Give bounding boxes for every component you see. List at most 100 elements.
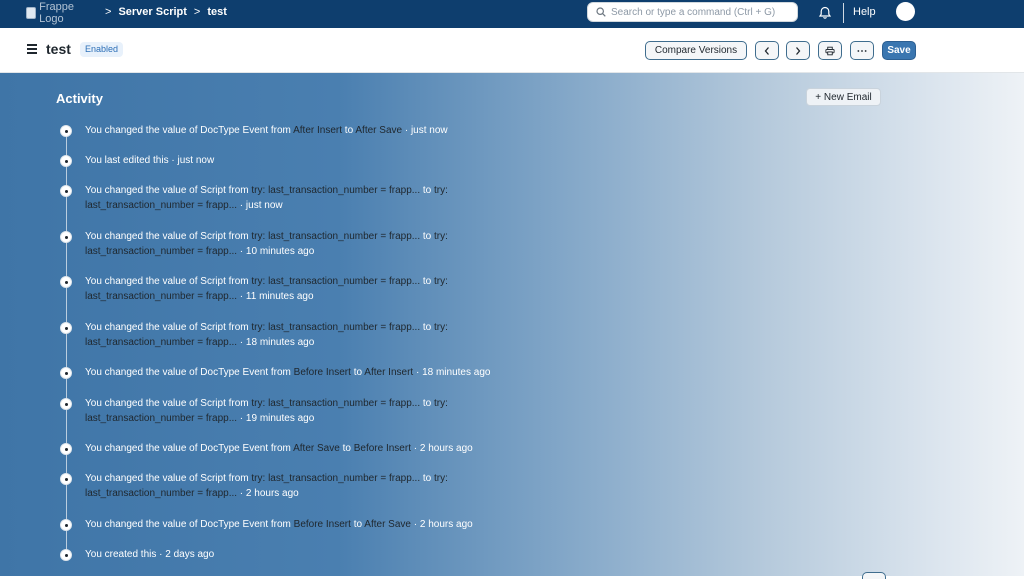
activity-text: You changed the value of Script from [85,231,252,242]
timeline-dot-icon [60,276,72,288]
timestamp: · 10 minutes ago [237,246,315,257]
timestamp: · just now [237,200,283,211]
activity-text: You changed the value of DocType Event f… [85,443,294,454]
timeline-item-text: You changed the value of DocType Event f… [85,123,505,138]
activity-text: to [350,519,365,530]
changed-value: After Save [364,519,411,530]
changed-value: last_transaction_number = frapp... [85,413,238,424]
timestamp: · 18 minutes ago [237,337,315,348]
breadcrumb-test[interactable]: test [207,6,227,18]
timeline-dot-icon [60,367,72,379]
activity-text: to [420,322,435,333]
timestamp: · 2 days ago [156,549,215,560]
save-button[interactable]: Save [882,41,916,60]
timeline-item-text: You changed the value of Script from try… [85,274,505,304]
previous-document-button[interactable] [755,41,779,60]
search-bar[interactable] [587,2,798,22]
help-dropdown[interactable]: Help [853,6,876,18]
changed-value: try: last_transaction_number = frapp... [251,322,421,333]
app-logo[interactable]: Frappe Logo [26,1,90,25]
timeline-item-text: You changed the value of DocType Event f… [85,441,505,456]
changed-value: last_transaction_number = frapp... [85,246,238,257]
changed-value: last_transaction_number = frapp... [85,488,238,499]
breadcrumb: > Server Script > test [98,6,227,18]
form-content: Activity + New Email You changed the val… [0,73,1024,576]
compare-versions-button[interactable]: Compare Versions [645,41,747,60]
timeline-dot-icon [60,443,72,455]
timeline-dot-icon [60,231,72,243]
activity-text: You changed the value of Script from [85,185,252,196]
breadcrumb-separator: > [105,6,112,18]
changed-value: last_transaction_number = frapp... [85,337,238,348]
navbar: Frappe Logo > Server Script > test Help [0,0,1024,28]
page-title: test [46,41,71,57]
changed-value: try: last_transaction_number = frapp... [251,473,421,484]
new-email-button[interactable]: + New Email [806,88,881,106]
timestamp: · 11 minutes ago [237,291,314,302]
activity-text: to [420,231,435,242]
next-document-button[interactable] [786,41,810,60]
activity-text: to [420,473,435,484]
broken-image-icon [26,7,37,19]
changed-value: After Insert [364,367,414,378]
search-input[interactable] [611,6,791,18]
timestamp: · 18 minutes ago [413,367,491,378]
timestamp: · 2 hours ago [237,488,299,499]
changed-value: Before Insert [293,367,351,378]
activity-text: You last edited this [85,155,169,166]
sidebar-toggle-icon[interactable] [27,44,37,54]
notification-bell-icon[interactable] [818,6,832,20]
activity-text: You changed the value of Script from [85,276,252,287]
activity-text: You changed the value of DocType Event f… [85,519,294,530]
timeline-item-text: You created this · 2 days ago [85,547,505,562]
changed-value: try: [434,276,448,287]
timestamp: · just now [168,155,215,166]
changed-value: try: last_transaction_number = frapp... [251,185,421,196]
timeline-item-text: You changed the value of Script from try… [85,471,505,501]
changed-value: After Insert [293,125,343,136]
changed-value: try: last_transaction_number = frapp... [251,398,421,409]
timestamp: · 2 hours ago [410,443,473,454]
activity-heading: Activity [56,91,103,106]
activity-text: You changed the value of DocType Event f… [85,367,294,378]
timeline-dot-icon [60,155,72,167]
more-actions-button[interactable] [850,41,874,60]
timeline-dot-icon [60,549,72,561]
changed-value: try: [434,398,448,409]
timeline-dot-icon [60,185,72,197]
logo-alt-text: Frappe Logo [39,1,75,25]
page-head: test Enabled Compare Versions Save [0,28,1024,73]
activity-text: You changed the value of Script from [85,398,252,409]
timeline-item-text: You changed the value of Script from try… [85,183,505,213]
changed-value: try: [434,322,448,333]
changed-value: Before Insert [353,443,411,454]
changed-value: Before Insert [293,519,351,530]
breadcrumb-server-script[interactable]: Server Script [118,6,186,18]
print-button[interactable] [818,41,842,60]
timeline-item-text: You last edited this · just now [85,153,505,168]
more-horizontal-icon [857,49,867,52]
timeline-dot-icon [60,322,72,334]
changed-value: try: [434,185,448,196]
changed-value: try: [434,231,448,242]
printer-icon [825,46,835,55]
activity-text: to [420,398,435,409]
timeline-dot-icon [60,519,72,531]
changed-value: try: last_transaction_number = frapp... [251,231,421,242]
timestamp: · 2 hours ago [410,519,473,530]
navbar-divider [843,3,844,23]
activity-text: You created this [85,549,157,560]
activity-text: to [339,443,354,454]
search-icon [596,7,606,17]
changed-value: try: last_transaction_number = frapp... [251,276,421,287]
changed-value: try: [434,473,448,484]
user-avatar[interactable] [896,2,915,21]
timeline-item-text: You changed the value of DocType Event f… [85,365,505,380]
timeline-dot-icon [60,125,72,137]
changed-value: last_transaction_number = frapp... [85,291,238,302]
chevron-left-icon [764,46,769,55]
timestamp: · just now [402,125,448,136]
changed-value: After Save [293,443,340,454]
timeline-item-text: You changed the value of Script from try… [85,396,505,426]
breadcrumb-separator: > [193,6,201,18]
